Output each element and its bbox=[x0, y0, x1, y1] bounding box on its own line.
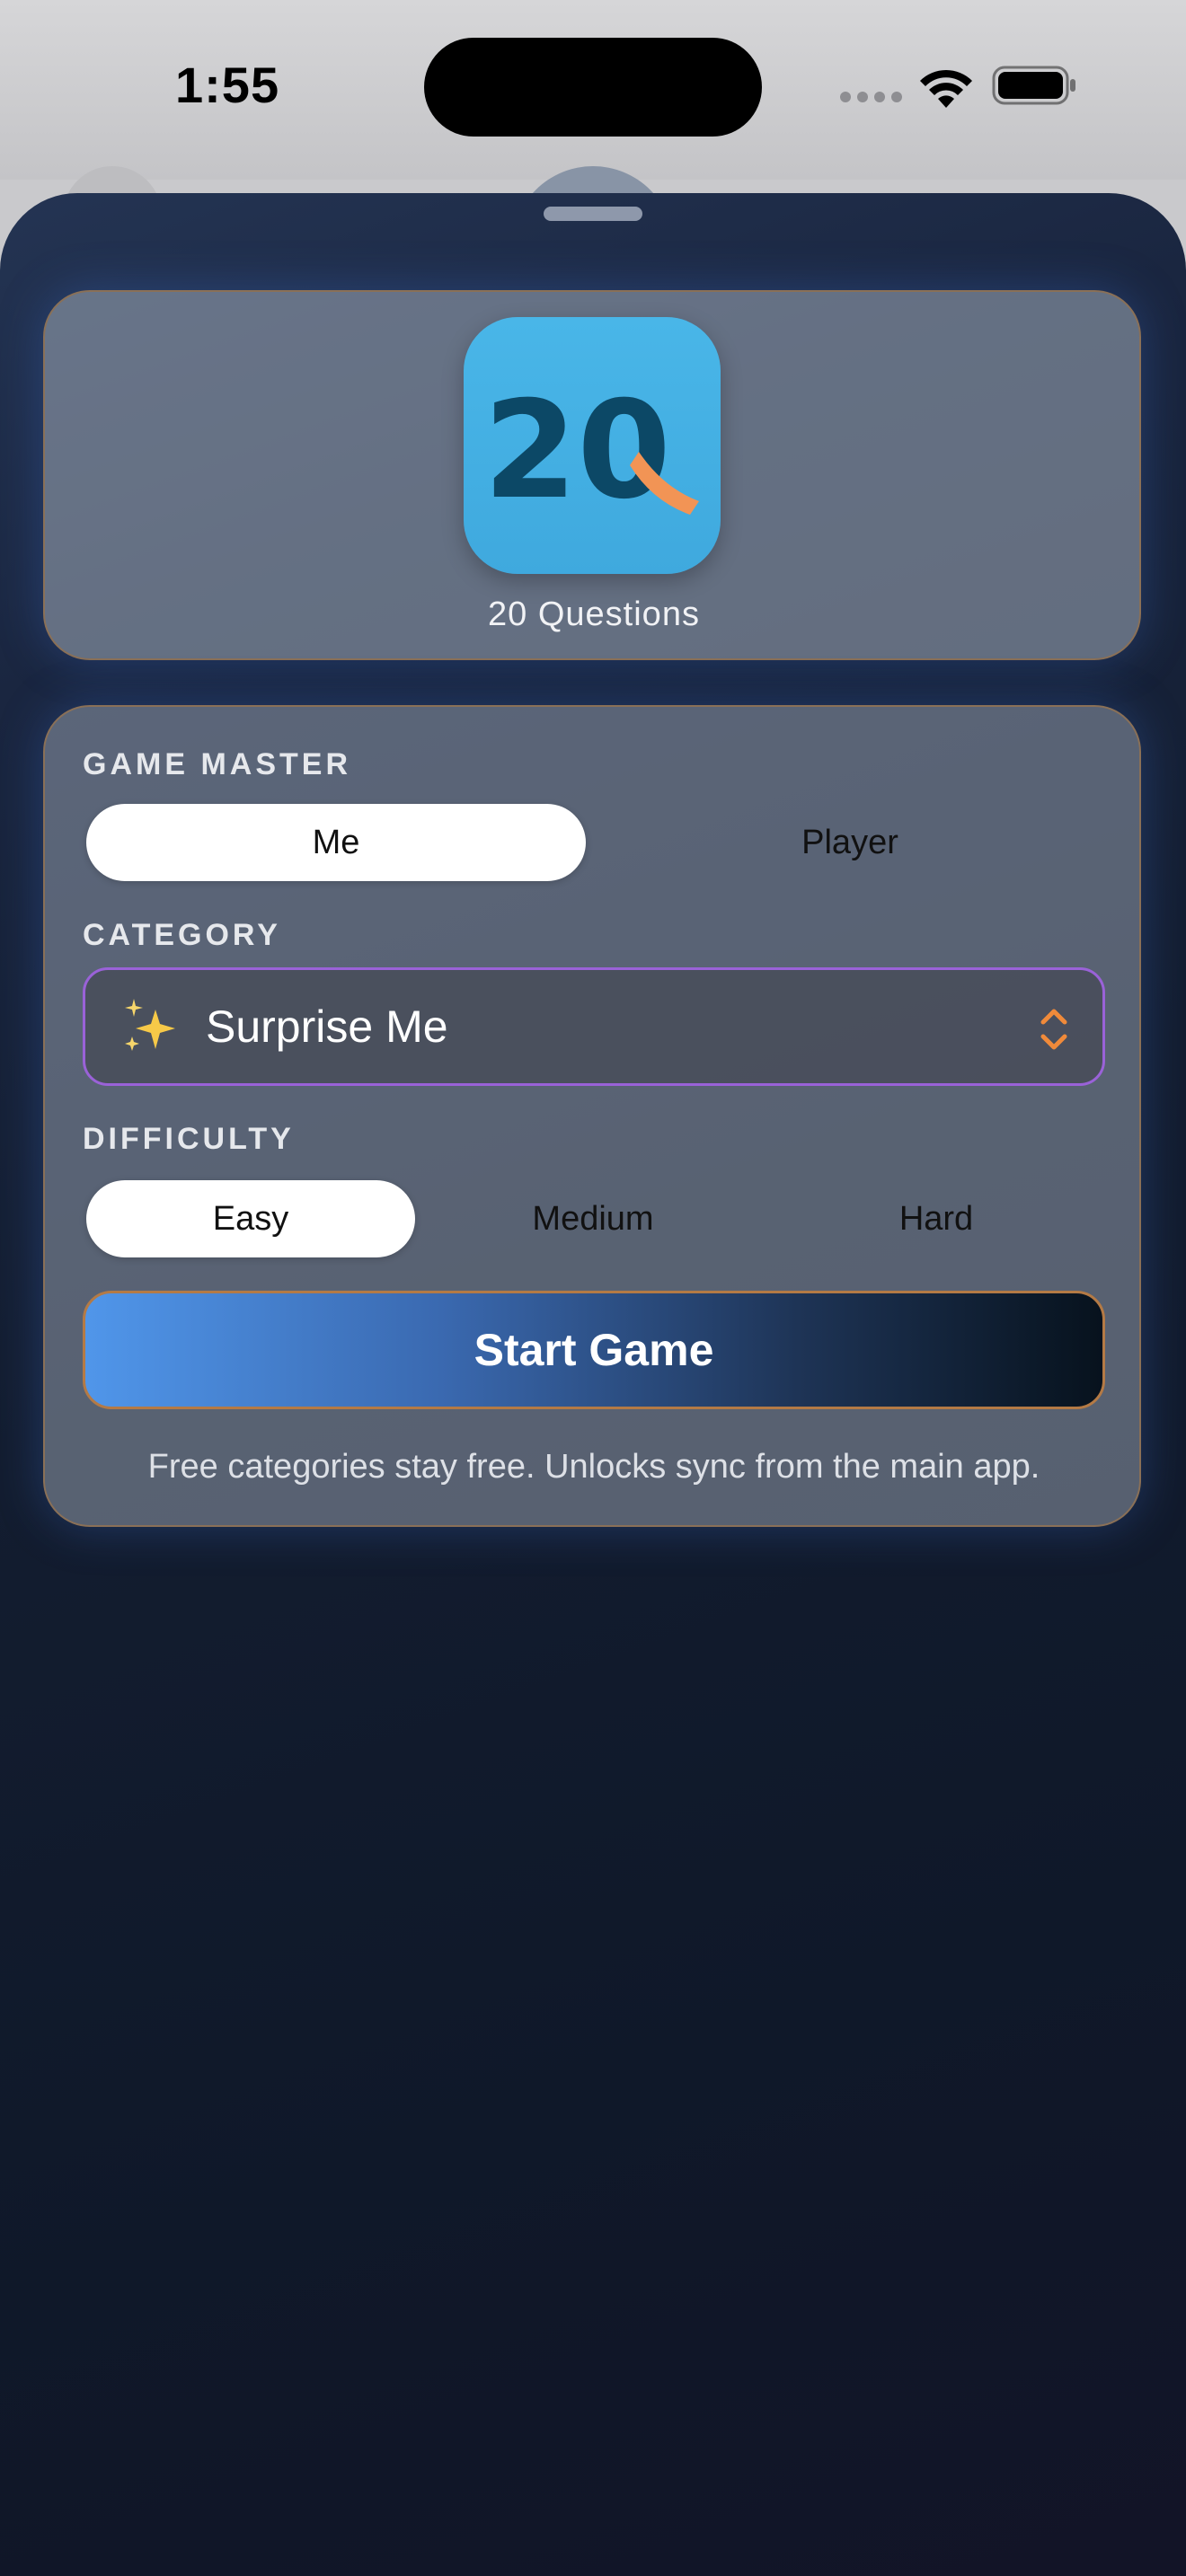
status-time: 1:55 bbox=[175, 57, 280, 113]
game-master-option-player[interactable]: Player bbox=[598, 804, 1102, 881]
category-value: Surprise Me bbox=[206, 1001, 448, 1052]
game-master-option-me[interactable]: Me bbox=[86, 804, 586, 881]
status-bar: 1:55 bbox=[0, 0, 1186, 328]
app-name: 20 Questions bbox=[488, 595, 700, 633]
difficulty-option-medium[interactable]: Medium bbox=[429, 1180, 757, 1257]
category-picker[interactable]: Surprise Me bbox=[83, 967, 1105, 1086]
difficulty-label: DIFFICULTY bbox=[83, 1122, 295, 1156]
game-master-label: GAME MASTER bbox=[83, 747, 351, 781]
difficulty-option-easy[interactable]: Easy bbox=[86, 1180, 415, 1257]
category-label: CATEGORY bbox=[83, 918, 281, 952]
game-master-segmented-control: Me Player bbox=[83, 804, 1105, 881]
cellular-signal-icon bbox=[840, 92, 903, 104]
chevron-up-down-icon bbox=[1040, 1009, 1067, 1050]
start-game-button[interactable]: Start Game bbox=[83, 1291, 1105, 1409]
sheet-grabber[interactable] bbox=[544, 207, 642, 221]
game-setup-sheet: 20 20 Questions GAME MASTER Me Player CA… bbox=[0, 193, 1186, 2576]
app-icon-digits: 20 bbox=[483, 373, 671, 529]
difficulty-segmented-control: Easy Medium Hard bbox=[83, 1180, 1105, 1257]
battery-icon bbox=[992, 66, 1075, 105]
footnote-text: Free categories stay free. Unlocks sync … bbox=[147, 1448, 1040, 1486]
app-header-card: 20 20 Questions bbox=[43, 290, 1141, 660]
wifi-icon bbox=[920, 69, 972, 108]
game-settings-card: GAME MASTER Me Player CATEGORY Surprise … bbox=[43, 705, 1141, 1527]
start-game-label: Start Game bbox=[474, 1325, 714, 1375]
sparkles-icon bbox=[125, 999, 175, 1051]
app-icon: 20 bbox=[464, 317, 721, 574]
difficulty-option-hard[interactable]: Hard bbox=[771, 1180, 1102, 1257]
app-logo-icon: 20 bbox=[483, 373, 699, 529]
dynamic-island bbox=[424, 38, 762, 137]
